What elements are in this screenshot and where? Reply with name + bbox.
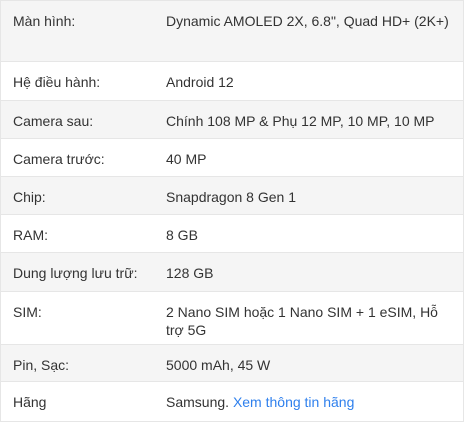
spec-table: Màn hình: Dynamic AMOLED 2X, 6.8", Quad … (0, 0, 464, 422)
brand-info-link[interactable]: Xem thông tin hãng (233, 394, 354, 410)
spec-value: 40 MP (166, 151, 207, 167)
spec-row-battery: Pin, Sạc: 5000 mAh, 45 W (1, 345, 463, 382)
spec-value: 8 GB (166, 227, 198, 243)
spec-label: Camera trước: (13, 151, 105, 167)
spec-value: Chính 108 MP & Phụ 12 MP, 10 MP, 10 MP (166, 113, 435, 129)
spec-value: Dynamic AMOLED 2X, 6.8", Quad HD+ (2K+) (166, 13, 449, 29)
spec-label: Màn hình: (13, 13, 76, 29)
spec-row-os: Hệ điều hành: Android 12 (1, 62, 463, 101)
spec-value: 2 Nano SIM hoặc 1 Nano SIM + 1 eSIM, Hỗ … (166, 304, 438, 338)
spec-label: Hệ điều hành: (13, 74, 101, 90)
spec-value: 128 GB (166, 265, 214, 281)
spec-row-rear-camera: Camera sau: Chính 108 MP & Phụ 12 MP, 10… (1, 101, 463, 139)
spec-label: RAM: (13, 227, 48, 243)
spec-value: Android 12 (166, 74, 234, 90)
spec-row-chip: Chip: Snapdragon 8 Gen 1 (1, 177, 463, 215)
spec-value: Snapdragon 8 Gen 1 (166, 189, 296, 205)
spec-row-storage: Dung lượng lưu trữ: 128 GB (1, 253, 463, 292)
spec-label: Chip: (13, 189, 46, 205)
spec-row-sim: SIM: 2 Nano SIM hoặc 1 Nano SIM + 1 eSIM… (1, 292, 463, 345)
spec-value-brand: Samsung. Xem thông tin hãng (166, 382, 463, 421)
brand-name: Samsung. (166, 394, 230, 410)
spec-value: 5000 mAh, 45 W (166, 357, 271, 373)
spec-row-brand: Hãng Samsung. Xem thông tin hãng (1, 382, 463, 422)
spec-row-ram: RAM: 8 GB (1, 215, 463, 253)
spec-row-screen: Màn hình: Dynamic AMOLED 2X, 6.8", Quad … (1, 1, 463, 62)
spec-label: Pin, Sạc: (13, 357, 70, 373)
spec-label: Hãng (13, 394, 47, 410)
spec-row-front-camera: Camera trước: 40 MP (1, 139, 463, 177)
spec-label: Camera sau: (13, 113, 94, 129)
spec-label: Dung lượng lưu trữ: (13, 265, 138, 281)
spec-label: SIM: (13, 304, 42, 320)
